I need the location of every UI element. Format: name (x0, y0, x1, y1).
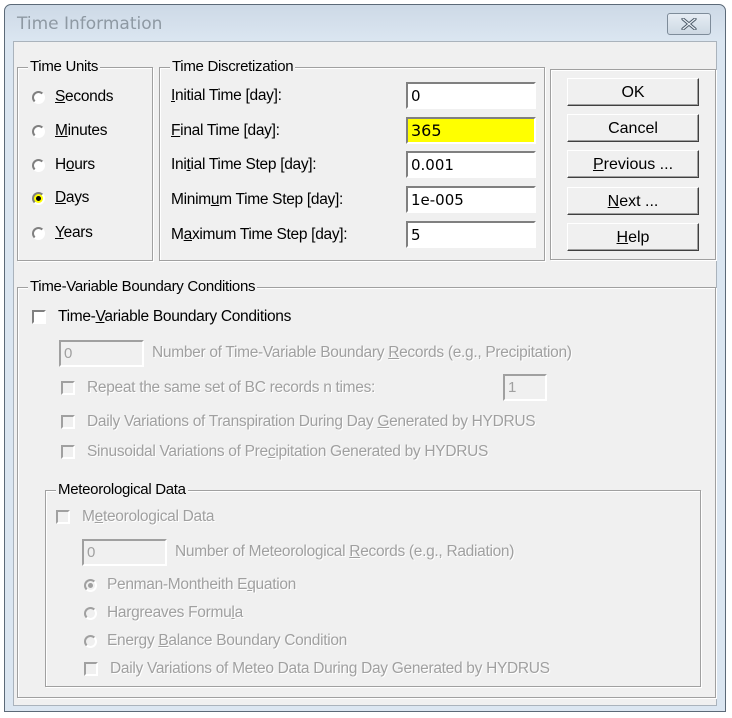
radio-penman-monteith[interactable]: Penman-Montheith Equation (84, 576, 296, 594)
buttons-group: OK Cancel Previous ... Next ... Help (550, 69, 716, 260)
help-button[interactable]: Help (567, 223, 699, 251)
tvbc-checkbox[interactable] (32, 310, 46, 324)
meteo-records-count-label: Number of Meteorological Records (e.g., … (175, 543, 515, 560)
close-x-icon (681, 18, 697, 30)
final-time-label: Final Time [day]: (171, 122, 280, 139)
minimum-time-step-label: Minimum Time Step [day]: (171, 191, 343, 208)
radio-button[interactable] (32, 124, 45, 138)
daily-meteo-checkbox[interactable] (84, 662, 98, 676)
tvbc-legend: Time-Variable Boundary Conditions (28, 278, 258, 296)
previous-button[interactable]: Previous ... (567, 150, 699, 178)
maximum-time-step-label: Maximum Time Step [day]: (171, 226, 348, 243)
initial-time-step-input[interactable] (406, 151, 536, 178)
meteo-legend: Meteorological Data (56, 481, 188, 499)
daily-transpiration-checkbox[interactable] (61, 415, 75, 429)
radio-label: Years (55, 224, 93, 241)
radio-hargreaves[interactable]: Hargreaves Formula (84, 604, 243, 622)
radio-button[interactable] (32, 226, 45, 240)
dialog-client-area: Time Units Seconds Minutes Hours Days Ye… (13, 41, 717, 706)
meteo-group: Meteorological Data Meteorological Data … (45, 481, 701, 687)
initial-time-input[interactable] (406, 82, 536, 109)
radio-label: Days (55, 189, 90, 206)
radio-button-selected[interactable] (32, 191, 45, 205)
daily-meteo-label: Daily Variations of Meteo Data During Da… (110, 660, 550, 677)
repeat-bc-row[interactable]: Repeat the same set of BC records n time… (61, 379, 375, 397)
next-button[interactable]: Next ... (567, 187, 699, 215)
radio-years[interactable]: Years (32, 224, 93, 242)
minimum-time-step-input[interactable] (406, 186, 536, 213)
ok-button[interactable]: OK (567, 78, 699, 106)
window-title: Time Information (17, 14, 163, 34)
radio-hours[interactable]: Hours (32, 156, 95, 174)
repeat-bc-checkbox[interactable] (61, 381, 75, 395)
meteo-checkbox-row[interactable]: Meteorological Data (56, 508, 214, 526)
radio-label: Penman-Montheith Equation (107, 576, 296, 593)
daily-transpiration-label: Daily Variations of Transpiration During… (87, 413, 536, 430)
close-button[interactable] (667, 13, 711, 35)
tvbc-records-count-input[interactable] (59, 340, 144, 367)
cancel-button[interactable]: Cancel (567, 114, 699, 142)
radio-days[interactable]: Days (32, 189, 89, 207)
radio-label: Seconds (55, 88, 114, 105)
radio-label: Energy Balance Boundary Condition (107, 632, 348, 649)
radio-energy-balance[interactable]: Energy Balance Boundary Condition (84, 632, 347, 650)
meteo-checkbox[interactable] (56, 510, 70, 524)
dialog-window: Time Information Time Units Seconds Minu… (4, 4, 726, 712)
radio-minutes[interactable]: Minutes (32, 122, 107, 140)
sinusoidal-precip-checkbox[interactable] (61, 445, 75, 459)
maximum-time-step-input[interactable] (406, 221, 536, 248)
sinusoidal-precip-row[interactable]: Sinusoidal Variations of Precipitation G… (61, 443, 488, 461)
time-discretization-legend: Time Discretization (170, 58, 296, 76)
radio-button-selected[interactable] (84, 578, 97, 592)
radio-button[interactable] (84, 606, 97, 620)
daily-transpiration-row[interactable]: Daily Variations of Transpiration During… (61, 413, 536, 431)
radio-button[interactable] (32, 158, 45, 172)
initial-time-label: Initial Time [day]: (171, 87, 282, 104)
radio-label: Hours (55, 156, 95, 173)
repeat-count-input[interactable] (503, 374, 547, 401)
tvbc-records-count-label: Number of Time-Variable Boundary Records… (152, 344, 572, 361)
tvbc-group: Time-Variable Boundary Conditions Time-V… (17, 278, 716, 698)
repeat-bc-label: Repeat the same set of BC records n time… (87, 379, 376, 396)
final-time-input[interactable] (406, 117, 536, 144)
time-units-group: Time Units Seconds Minutes Hours Days Ye… (17, 58, 153, 261)
meteo-checkbox-label: Meteorological Data (82, 508, 215, 525)
radio-label: Hargreaves Formula (107, 604, 243, 621)
radio-button[interactable] (32, 90, 45, 104)
initial-time-step-label: Initial Time Step [day]: (171, 156, 317, 173)
sinusoidal-precip-label: Sinusoidal Variations of Precipitation G… (87, 443, 489, 460)
radio-seconds[interactable]: Seconds (32, 88, 114, 106)
meteo-records-count-input[interactable] (82, 539, 167, 566)
daily-meteo-row[interactable]: Daily Variations of Meteo Data During Da… (84, 660, 550, 678)
radio-label: Minutes (55, 122, 108, 139)
time-discretization-group: Time Discretization Initial Time [day]: … (159, 58, 545, 261)
tvbc-checkbox-label: Time-Variable Boundary Conditions (58, 308, 292, 325)
time-units-legend: Time Units (28, 58, 101, 76)
tvbc-checkbox-row[interactable]: Time-Variable Boundary Conditions (32, 308, 291, 326)
radio-button[interactable] (84, 634, 97, 648)
